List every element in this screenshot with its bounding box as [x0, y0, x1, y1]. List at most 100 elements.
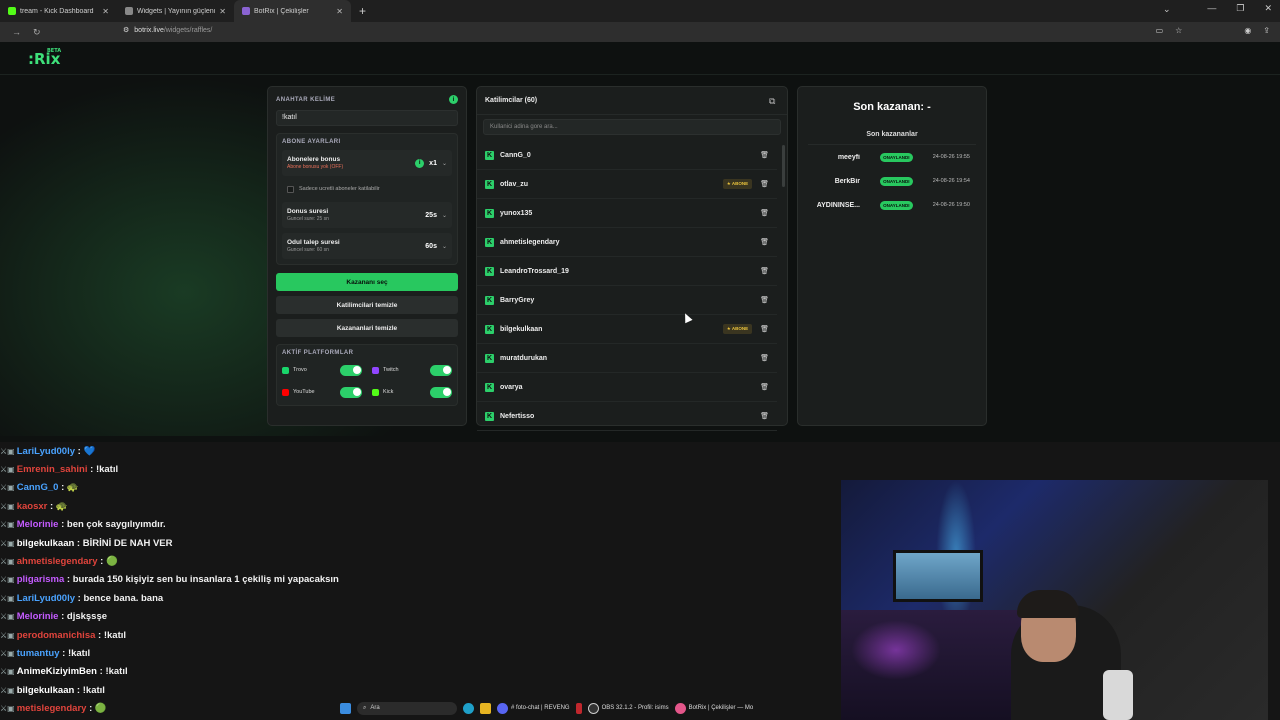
participant-name: otlav_zu — [500, 180, 529, 188]
chat-username[interactable]: Melorinie — [17, 611, 59, 622]
profile-icon[interactable]: ◉ — [1244, 26, 1251, 35]
close-icon[interactable]: ✕ — [219, 7, 226, 16]
chat-text: ben çok saygılıyımdır. — [66, 519, 166, 531]
participant-name: BarryGrey — [500, 296, 535, 304]
trash-icon[interactable]: 🗑 — [760, 151, 769, 159]
platform-kick: Kick — [372, 384, 452, 400]
forward-icon[interactable]: → — [12, 27, 21, 37]
webcam-feed — [841, 480, 1268, 720]
chat-username[interactable]: LariLyud00ly — [17, 593, 75, 604]
scrollbar[interactable] — [782, 145, 785, 187]
chat-username[interactable]: Melorinie — [17, 519, 59, 530]
chat-message: ⚔▣ tumantuy : !katıl — [0, 644, 380, 662]
keyword-input[interactable]: !katıl — [276, 110, 458, 126]
paid-only-option[interactable]: Sadece ucretli aboneler katilabilir — [282, 181, 452, 197]
chevron-down-icon[interactable]: ⌄ — [442, 212, 447, 219]
microphone — [1103, 670, 1133, 720]
youtube-toggle[interactable] — [340, 386, 362, 398]
info-icon[interactable]: i — [415, 158, 425, 168]
taskbar-obs[interactable]: OBS 32.1.2 - Profil: isims — [587, 702, 669, 714]
chat-badges-icon: ⚔▣ — [0, 685, 15, 695]
extensions-icon[interactable]: ⇪ — [1263, 26, 1270, 35]
trash-icon[interactable]: 🗑 — [760, 383, 769, 391]
windows-start-icon[interactable] — [340, 702, 351, 714]
botrix-page: :Rix BETA ANAHTAR KELİME i !katıl ABONE A… — [0, 42, 1280, 442]
close-icon[interactable]: ✕ — [102, 7, 109, 16]
chat-username[interactable]: Emrenin_sahini — [17, 464, 88, 475]
trash-icon[interactable]: 🗑 — [760, 325, 769, 333]
chat-username[interactable]: bilgekulkaan — [17, 685, 75, 696]
bonus-time-select[interactable]: 25s — [425, 212, 437, 219]
minimize-icon[interactable]: — — [1207, 3, 1216, 14]
trash-icon[interactable]: 🗑 — [760, 267, 769, 275]
chat-username[interactable]: ahmetislegendary — [17, 556, 98, 567]
chat-message: ⚔▣ Melorinie : ben çok saygılıyımdır. — [0, 516, 380, 534]
chat-separator: : — [96, 666, 106, 678]
close-window-icon[interactable]: ✕ — [1264, 3, 1272, 14]
taskbar-search-label: Ara — [370, 705, 380, 711]
trash-icon[interactable]: 🗑 — [760, 238, 769, 246]
copy-icon[interactable]: ⧉ — [769, 96, 779, 106]
tab-list-chevron-icon[interactable]: ⌄ — [1163, 4, 1171, 15]
explorer-icon[interactable] — [480, 702, 491, 714]
chat-badges-icon: ⚔▣ — [0, 612, 15, 622]
approved-badge: ONAYLANDI — [880, 200, 913, 210]
paid-only-checkbox[interactable] — [287, 185, 294, 193]
chevron-down-icon[interactable]: ⌄ — [442, 160, 447, 167]
maximize-icon[interactable]: ❐ — [1236, 3, 1244, 14]
chat-username[interactable]: CannG_0 — [17, 482, 59, 493]
url-field[interactable]: ⚙ botrix.live/widgets/raffles/ — [123, 26, 212, 35]
reload-icon[interactable]: ↻ — [33, 27, 41, 38]
chat-username[interactable]: LariLyud00ly — [17, 446, 75, 457]
chat-text: !katıl — [95, 464, 119, 476]
kick-toggle[interactable] — [430, 386, 452, 398]
close-icon[interactable]: ✕ — [336, 7, 343, 16]
trash-icon[interactable]: 🗑 — [760, 296, 769, 304]
participant-search-input[interactable]: Kullanici adina gore ara... — [483, 119, 781, 135]
trovo-toggle[interactable] — [340, 364, 362, 376]
chat-text: 💙 — [83, 445, 96, 457]
chat-username[interactable]: AnimeKiziyimBen — [17, 666, 97, 677]
chat-text: 🟢 — [94, 703, 107, 715]
trash-icon[interactable]: 🗑 — [760, 412, 769, 420]
info-icon[interactable]: i — [449, 95, 458, 104]
red-app-icon[interactable] — [575, 702, 582, 714]
chat-username[interactable]: kaosxr — [17, 501, 48, 512]
chat-message: ⚔▣ LariLyud00ly : 💙 — [0, 442, 380, 460]
trash-icon[interactable]: 🗑 — [760, 209, 769, 217]
site-info-icon[interactable]: ⚙ — [123, 26, 129, 34]
chat-username[interactable]: tumantuy — [17, 648, 60, 659]
discord-icon — [497, 702, 508, 714]
twitch-toggle[interactable] — [430, 364, 452, 376]
trash-icon[interactable]: 🗑 — [760, 180, 769, 188]
sub-bonus-select[interactable]: x1 — [429, 160, 437, 167]
reader-icon[interactable]: ▭ — [1156, 26, 1164, 35]
participant-row: K LeandroTrossard_19 🗑 — [477, 257, 777, 286]
new-tab-icon[interactable]: + — [351, 4, 374, 18]
chat-username[interactable]: perodomanichisa — [17, 630, 96, 641]
claim-time-select[interactable]: 60s — [425, 243, 437, 250]
chevron-down-icon[interactable]: ⌄ — [442, 243, 447, 250]
taskbar-browser[interactable]: BotRix | Çekilişler — Mo — [674, 702, 753, 714]
claim-time-setting: Odul talep suresi Guncel sure: 60 sn 60s… — [282, 233, 452, 259]
tab-widgets[interactable]: Widgets | Yayının güçlendirme ✕ — [117, 0, 234, 22]
pick-winner-button[interactable]: Kazananı seç — [276, 273, 458, 291]
chat-message: ⚔▣ Emrenin_sahini : !katıl — [0, 460, 380, 478]
bookmark-star-icon[interactable]: ☆ — [1175, 26, 1182, 35]
chat-username[interactable]: pligarisma — [17, 574, 65, 585]
trash-icon[interactable]: 🗑 — [760, 354, 769, 362]
address-actions: ▭ ☆ ◉ ⇪ — [1156, 26, 1270, 35]
platforms-label: AKTİF PLATFORMLAR — [282, 350, 354, 356]
platform-label: Twitch — [383, 367, 399, 373]
clear-participants-button[interactable]: Katilimcilari temizle — [276, 296, 458, 314]
botrix-logo[interactable]: :Rix BETA — [28, 48, 61, 68]
edge-icon[interactable] — [463, 702, 474, 714]
chat-username[interactable]: metislegendary — [17, 703, 87, 714]
tab-botrix-raffles[interactable]: BotRix | Çekilişler ✕ — [234, 0, 351, 22]
taskbar-discord[interactable]: # foto-chat | REVENG — [497, 702, 570, 714]
chat-username[interactable]: bilgekulkaan — [17, 538, 75, 549]
tab-kick-dashboard[interactable]: tream - Kick Dashboard ✕ — [0, 0, 117, 22]
taskbar-search[interactable]: ⌕ Ara — [357, 701, 457, 715]
clear-winners-button[interactable]: Kazananlari temizle — [276, 319, 458, 337]
chat-separator: : — [87, 464, 96, 476]
